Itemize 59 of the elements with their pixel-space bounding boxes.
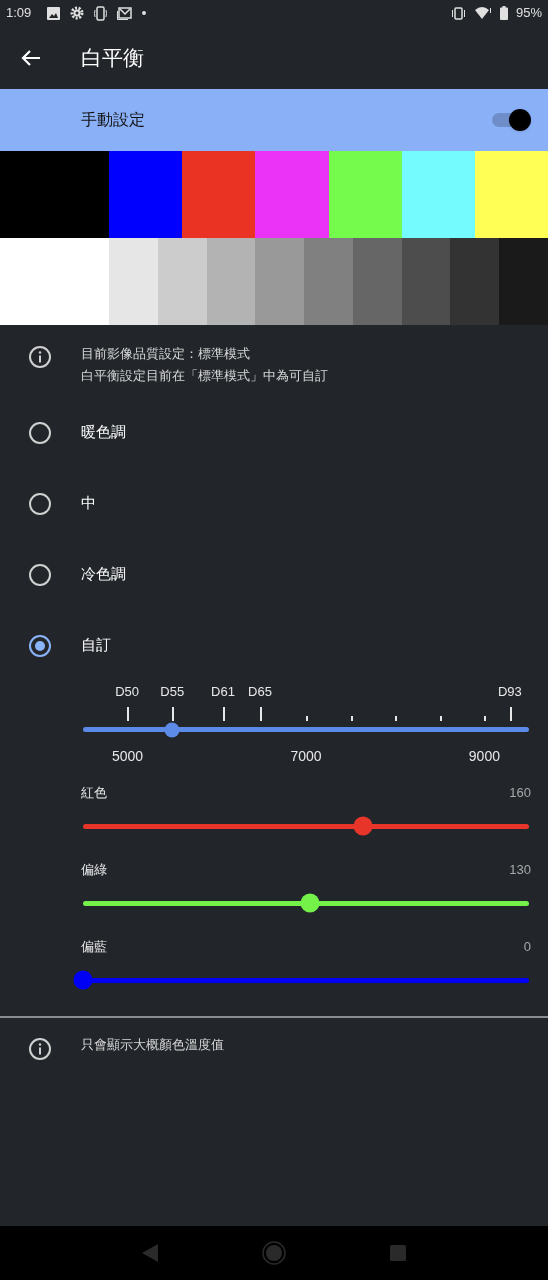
radio-option[interactable]: 自訂 [0, 610, 548, 681]
option-label: 自訂 [81, 635, 111, 656]
slider-thumb[interactable] [73, 970, 93, 990]
channel-value: 160 [509, 784, 531, 802]
slider-thumb[interactable] [300, 893, 320, 913]
info-text: 目前影像品質設定：標準模式 [81, 345, 251, 363]
tick-mark [439, 716, 442, 721]
preset-label: D65 [248, 683, 272, 701]
battery-percent: 95% [515, 4, 542, 23]
info-icon [28, 345, 52, 369]
radio-button[interactable] [29, 492, 51, 515]
tick-mark [172, 707, 175, 721]
manual-setting-row[interactable]: 手動設定 [0, 89, 548, 151]
tick-mark [484, 716, 487, 721]
preset-label: D61 [211, 683, 235, 701]
manual-setting-label: 手動設定 [81, 110, 145, 130]
image-icon [47, 6, 61, 20]
back-arrow-icon [21, 48, 41, 67]
radio-button[interactable] [29, 634, 51, 657]
tick-mark [223, 707, 226, 721]
battery-icon [499, 6, 508, 20]
slider-thumb[interactable] [353, 816, 373, 836]
option-label: 中 [81, 493, 96, 514]
radio-option[interactable]: 冷色調 [0, 539, 548, 610]
preset-label: D50 [115, 683, 140, 701]
tick-mark [260, 707, 263, 721]
option-label: 暖色調 [81, 422, 126, 443]
scale-label: 5000 [112, 747, 144, 766]
info-text: 只會顯示大概顏色溫度值 [81, 1036, 224, 1054]
channel-value: 130 [509, 861, 531, 879]
vibrate-icon [450, 6, 466, 20]
tick-mark [395, 716, 398, 721]
slider-thumb[interactable] [164, 722, 180, 737]
tick-mark [509, 707, 512, 721]
radio-option[interactable]: 暖色調 [0, 397, 548, 468]
tick-mark [350, 716, 353, 721]
wifi-icon [473, 6, 492, 20]
preset-label: D93 [497, 683, 522, 701]
page-title: 白平衡 [81, 44, 144, 71]
option-label: 冷色調 [81, 564, 126, 585]
channel-name: 紅色 [81, 784, 107, 802]
scale-label: 9000 [468, 747, 500, 766]
tick-mark [127, 707, 130, 721]
channel-value: 0 [523, 938, 531, 956]
channel-name: 偏藍 [81, 938, 107, 956]
radio-button[interactable] [29, 421, 51, 444]
scale-label: 7000 [290, 747, 322, 766]
info-text: 白平衡設定目前在「標準模式」中為可自訂 [81, 367, 328, 385]
status-time: 1:09 [6, 4, 32, 23]
mail-icon [117, 6, 133, 20]
dot-icon [142, 11, 147, 15]
preset-label: D55 [160, 683, 185, 701]
info-icon [28, 1037, 52, 1061]
tick-mark [306, 716, 308, 721]
radio-option[interactable]: 中 [0, 468, 548, 539]
radio-button[interactable] [29, 563, 51, 586]
phone-icon [94, 5, 108, 21]
channel-name: 偏綠 [81, 861, 107, 879]
gear-icon [70, 6, 85, 20]
